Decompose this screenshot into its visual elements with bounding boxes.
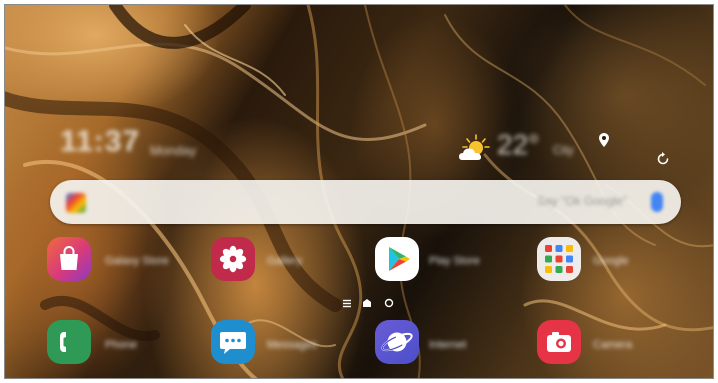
app-internet[interactable]	[375, 320, 419, 364]
menu-lines-icon	[343, 299, 351, 308]
phone-handset-icon	[60, 332, 66, 352]
microphone-icon[interactable]	[651, 192, 663, 212]
location-pin-icon	[599, 133, 609, 147]
google-search-bar[interactable]: Say "Ok Google"	[50, 180, 681, 224]
google-logo-icon	[66, 193, 86, 213]
page-dot-icon	[384, 298, 394, 308]
weather-location: City	[553, 143, 574, 157]
home-screen: 11:37 Monday 22° City Say "Ok Google" Ga	[4, 4, 714, 379]
refresh-icon[interactable]	[655, 151, 671, 167]
flower-icon	[219, 245, 247, 273]
app-play-store[interactable]	[375, 237, 419, 281]
camera-icon	[547, 332, 571, 352]
app-folder-google[interactable]	[537, 237, 581, 281]
home-page-icon	[363, 299, 371, 307]
search-placeholder: Say "Ok Google"	[537, 194, 627, 208]
partly-sunny-icon	[459, 134, 490, 160]
app-camera[interactable]	[537, 320, 581, 364]
app-label-google-folder: Google	[593, 255, 629, 267]
clock: 11:37	[60, 125, 141, 158]
app-label-camera: Camera	[593, 339, 633, 351]
app-label-messages: Messages	[267, 339, 318, 351]
app-label-internet: Internet	[429, 339, 467, 351]
app-label-phone: Phone	[105, 339, 137, 351]
planet-icon	[381, 332, 413, 352]
date-label: Monday	[150, 143, 197, 158]
app-messages[interactable]	[211, 320, 255, 364]
app-phone[interactable]	[47, 320, 91, 364]
page-indicator[interactable]	[339, 297, 399, 309]
weather-temperature: 22°	[497, 129, 540, 160]
app-label-gallery: Gallery	[267, 255, 302, 267]
shopping-bag-icon	[60, 246, 78, 270]
play-triangle-icon	[389, 247, 410, 271]
app-label-galaxy-store: Galaxy Store	[105, 255, 169, 267]
app-gallery[interactable]	[211, 237, 255, 281]
app-galaxy-store[interactable]	[47, 237, 91, 281]
app-label-play-store: Play Store	[429, 255, 480, 267]
folder-grid-icon	[545, 245, 573, 273]
chat-bubble-icon	[220, 332, 246, 354]
